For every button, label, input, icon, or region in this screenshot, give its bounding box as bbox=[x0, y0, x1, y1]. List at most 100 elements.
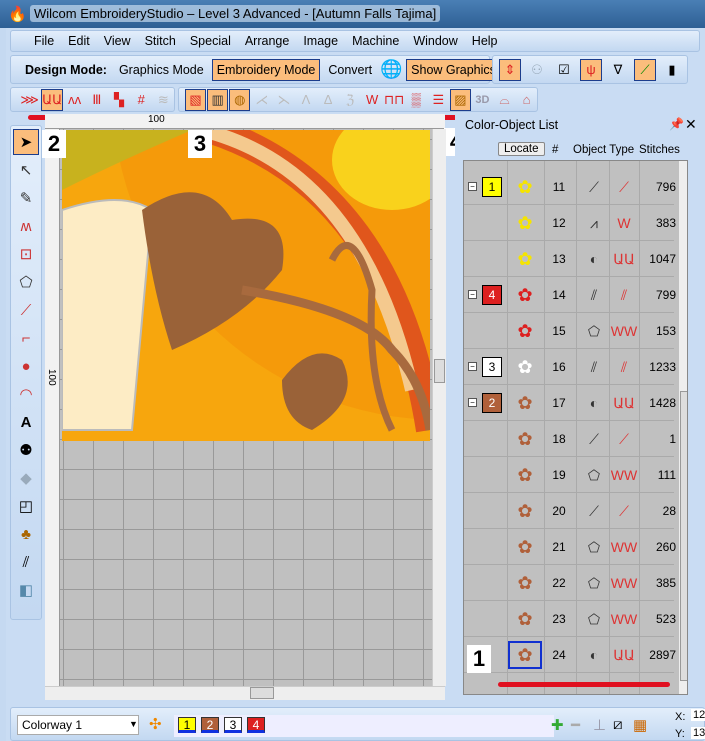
reshape-icon[interactable]: ⟋ bbox=[634, 58, 656, 81]
chevron-down-icon[interactable]: ▼ bbox=[129, 719, 138, 729]
color-swatch[interactable]: 2 bbox=[201, 717, 219, 733]
show-graphics-button[interactable]: Show Graphics bbox=[406, 58, 501, 81]
contour-icon[interactable]: ≋ bbox=[153, 89, 174, 111]
emboss-icon[interactable]: ⌓ bbox=[494, 89, 515, 111]
embroidery-design[interactable] bbox=[62, 130, 430, 441]
object-row[interactable]: ✿ 19 ⬠ WW 111 bbox=[464, 457, 676, 493]
y-field[interactable]: 13 bbox=[691, 727, 705, 739]
canvas-vertical-scrollbar[interactable] bbox=[432, 129, 446, 686]
object-row[interactable]: ✿ 21 ⬠ WW 260 bbox=[464, 529, 676, 565]
team-names-icon[interactable]: ⚉ bbox=[13, 437, 39, 463]
object-row[interactable]: ✿ 12 ⩘ W 383 bbox=[464, 205, 676, 241]
lines-icon[interactable]: ☰ bbox=[428, 89, 449, 111]
menu-help[interactable]: Help bbox=[465, 34, 505, 48]
list-scrollbar[interactable] bbox=[679, 161, 687, 694]
lettering-icon[interactable]: A bbox=[13, 409, 39, 435]
connectors-icon[interactable]: ⚇ bbox=[526, 59, 548, 81]
object-row[interactable]: −1 ✿ 11 ⟋ ⟋ 796 bbox=[464, 169, 676, 205]
no-color-icon[interactable]: ⧄ bbox=[613, 716, 623, 733]
motif-fill-icon[interactable]: ▚ bbox=[108, 89, 129, 111]
globe-icon[interactable]: 🌐 bbox=[380, 59, 402, 81]
collapse-icon[interactable]: − bbox=[468, 182, 477, 191]
object-row[interactable]: ✿ 22 ⬠ WW 385 bbox=[464, 565, 676, 601]
needle-points-icon[interactable]: ψ bbox=[580, 58, 602, 81]
monogram-icon[interactable]: ◆ bbox=[13, 465, 39, 491]
add-color-icon[interactable]: ✚ bbox=[551, 716, 564, 734]
object-row[interactable]: ✿ 23 ⬠ WW 523 bbox=[464, 601, 676, 637]
remove-color-icon[interactable]: ━ bbox=[571, 716, 580, 734]
stipple-icon[interactable]: ▒ bbox=[406, 89, 427, 111]
reshape-arrow-icon[interactable]: ↖ bbox=[13, 157, 39, 183]
menu-machine[interactable]: Machine bbox=[345, 34, 406, 48]
x-field[interactable]: 12 bbox=[691, 709, 705, 721]
menu-image[interactable]: Image bbox=[296, 34, 345, 48]
object-row[interactable]: ✿ 24 ◐ ԱԱ 2897 bbox=[464, 637, 676, 673]
color-block[interactable]: 1 bbox=[482, 177, 502, 197]
auto-fabric-icon[interactable]: ▨ bbox=[449, 88, 471, 111]
arc-icon[interactable]: ◠ bbox=[13, 381, 39, 407]
convert-button[interactable]: Convert bbox=[324, 60, 376, 80]
complex-fill-icon[interactable]: ▧ bbox=[185, 88, 207, 111]
menu-view[interactable]: View bbox=[97, 34, 138, 48]
close-icon[interactable]: ✕ bbox=[685, 116, 697, 133]
corner-icon[interactable]: ⌐ bbox=[13, 325, 39, 351]
menu-edit[interactable]: Edit bbox=[61, 34, 97, 48]
appliqué-icon[interactable]: ♣ bbox=[13, 521, 39, 547]
turning-fill-icon[interactable]: ◍ bbox=[229, 88, 251, 111]
menu-stitch[interactable]: Stitch bbox=[138, 34, 183, 48]
pin-icon[interactable]: 📌 bbox=[669, 117, 684, 131]
color-film-icon[interactable]: ▮ bbox=[661, 59, 683, 81]
color-block[interactable]: 4 bbox=[482, 285, 502, 305]
color-swatch[interactable]: 3 bbox=[224, 717, 242, 733]
object-row[interactable]: −2 ✿ 17 ◐ ԱԱ 1428 bbox=[464, 385, 676, 421]
fan2-icon[interactable]: ⋋ bbox=[273, 89, 294, 111]
step-icon[interactable]: ʌʌ bbox=[64, 89, 85, 111]
locate-button[interactable]: Locate bbox=[498, 142, 545, 156]
circle-icon[interactable]: ● bbox=[13, 353, 39, 379]
collapse-icon[interactable]: − bbox=[468, 290, 477, 299]
outline-icon[interactable]: ◰ bbox=[13, 493, 39, 519]
colorway-select[interactable]: Colorway 1 bbox=[17, 715, 139, 735]
object-row[interactable]: −3 ✿ 16 ⫽ ⫽ 1233 bbox=[464, 349, 676, 385]
menu-file[interactable]: File bbox=[27, 34, 61, 48]
align-icon[interactable]: ◧ bbox=[13, 577, 39, 603]
menu-arrange[interactable]: Arrange bbox=[238, 34, 296, 48]
wave-icon[interactable]: ℨ bbox=[340, 89, 361, 111]
select-arrow-icon[interactable]: ➤ bbox=[13, 129, 39, 155]
pen-icon[interactable]: ✎ bbox=[13, 185, 39, 211]
collapse-icon[interactable]: − bbox=[468, 362, 477, 371]
object-row[interactable]: −4 ✿ 14 ⫽ ⫽ 799 bbox=[464, 277, 676, 313]
zigzag-icon[interactable]: W bbox=[362, 89, 383, 111]
hatch-icon[interactable]: ⫽ bbox=[13, 549, 39, 575]
tatami-icon[interactable]: ⋙ bbox=[19, 89, 40, 111]
color-block[interactable]: 3 bbox=[482, 357, 502, 377]
object-row[interactable]: ✿ 20 ⟋ ⟋ 28 bbox=[464, 493, 676, 529]
satin-icon[interactable]: ԱԱ bbox=[41, 88, 64, 111]
fan-icon[interactable]: ⋌ bbox=[251, 89, 272, 111]
spike-icon[interactable]: Λ bbox=[295, 89, 316, 111]
run-icon[interactable]: ⟋ bbox=[13, 297, 39, 323]
color-palette-icon[interactable]: ✣ bbox=[149, 715, 162, 733]
thread-icon[interactable]: ⊥ bbox=[593, 716, 606, 734]
collapse-icon[interactable]: − bbox=[468, 398, 477, 407]
color-swatch[interactable]: 4 bbox=[247, 717, 265, 733]
thread-chart-icon[interactable]: ▦ bbox=[633, 716, 647, 734]
color-block[interactable]: 2 bbox=[482, 393, 502, 413]
cross-stitch-icon[interactable]: # bbox=[131, 89, 152, 111]
color-swatch[interactable]: 1 bbox=[178, 717, 196, 733]
e-stitch-icon[interactable]: ⊓⊓ bbox=[384, 89, 405, 111]
embroidery-mode-button[interactable]: Embroidery Mode bbox=[211, 58, 321, 81]
needle-icon[interactable]: ∇ bbox=[607, 59, 629, 81]
show-design-icon[interactable]: ⇕ bbox=[499, 58, 521, 81]
pattern-run-icon[interactable]: Ⅲ bbox=[86, 89, 107, 111]
freehand-icon[interactable]: ʍ bbox=[13, 213, 39, 239]
trapunto-icon[interactable]: ⌂ bbox=[516, 89, 537, 111]
shape-icon[interactable]: ⬠ bbox=[13, 269, 39, 295]
object-row[interactable]: ✿ 15 ⬠ WW 153 bbox=[464, 313, 676, 349]
menu-special[interactable]: Special bbox=[183, 34, 238, 48]
graphics-mode-button[interactable]: Graphics Mode bbox=[115, 60, 208, 80]
checkbox-icon[interactable]: ☑ bbox=[553, 59, 575, 81]
object-row[interactable]: ✿ 18 ⟋ ⟋ 1 bbox=[464, 421, 676, 457]
column-icon[interactable]: ▥ bbox=[207, 88, 229, 111]
transform-icon[interactable]: ⊡ bbox=[13, 241, 39, 267]
